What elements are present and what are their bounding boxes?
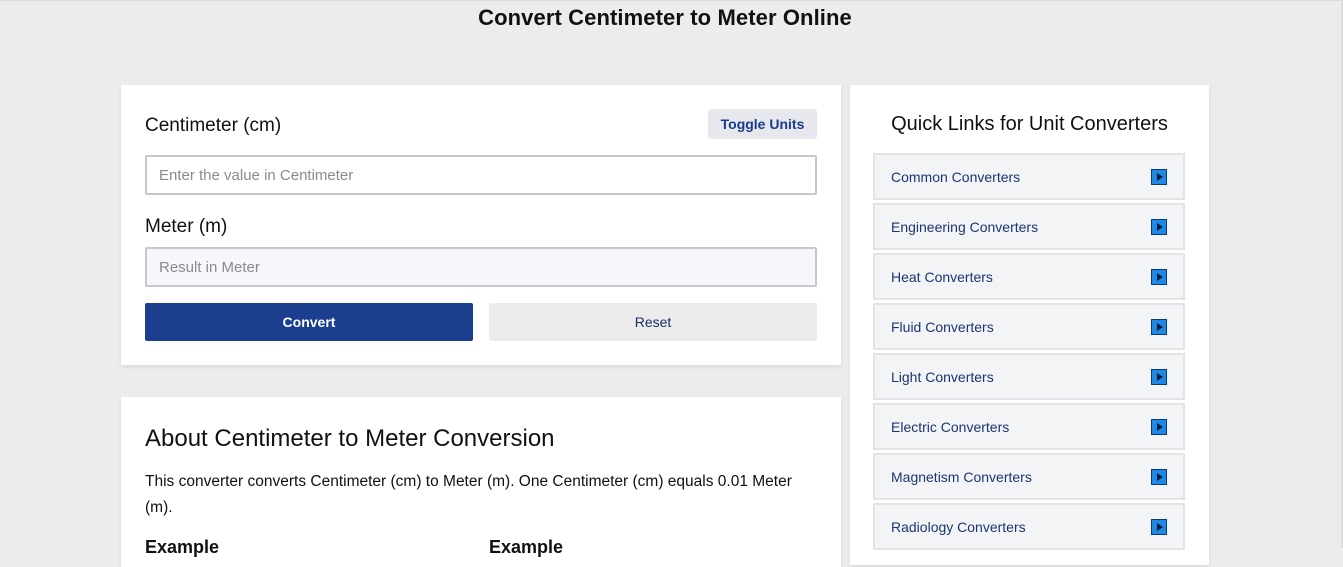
play-icon: [1151, 518, 1167, 535]
quick-link-label: Engineering Converters: [891, 218, 1039, 235]
play-icon: [1151, 318, 1167, 335]
quick-link-label: Heat Converters: [891, 268, 993, 285]
about-title: About Centimeter to Meter Conversion: [145, 425, 555, 452]
quick-link-radiology[interactable]: Radiology Converters: [873, 503, 1185, 550]
quick-link-engineering[interactable]: Engineering Converters: [873, 203, 1185, 250]
quick-link-magnetism[interactable]: Magnetism Converters: [873, 453, 1185, 500]
quick-links-list: Common Converters Engineering Converters…: [873, 153, 1185, 553]
quick-link-label: Electric Converters: [891, 418, 1010, 435]
quick-link-fluid[interactable]: Fluid Converters: [873, 303, 1185, 350]
page-title: Convert Centimeter to Meter Online: [478, 5, 852, 30]
quick-link-common[interactable]: Common Converters: [873, 153, 1185, 200]
quick-link-label: Magnetism Converters: [891, 468, 1032, 485]
play-icon: [1151, 418, 1167, 435]
play-icon: [1151, 168, 1167, 185]
centimeter-label: Centimeter (cm): [145, 115, 282, 136]
quick-links-title: Quick Links for Unit Converters: [891, 113, 1168, 135]
quick-link-electric[interactable]: Electric Converters: [873, 403, 1185, 450]
play-icon: [1151, 218, 1167, 235]
reset-button[interactable]: Reset: [489, 303, 817, 341]
play-icon: [1151, 468, 1167, 485]
play-icon: [1151, 368, 1167, 385]
toggle-units-button[interactable]: Toggle Units: [708, 109, 817, 139]
top-border: [0, 0, 1343, 1]
centimeter-input[interactable]: [145, 155, 817, 195]
convert-button[interactable]: Convert: [145, 303, 473, 341]
play-icon: [1151, 268, 1167, 285]
quick-links-card: Quick Links for Unit Converters Common C…: [850, 85, 1209, 565]
quick-link-light[interactable]: Light Converters: [873, 353, 1185, 400]
quick-link-label: Common Converters: [891, 168, 1021, 185]
quick-link-label: Fluid Converters: [891, 318, 994, 335]
about-text: This converter converts Centimeter (cm) …: [145, 473, 792, 516]
meter-label: Meter (m): [145, 216, 228, 237]
quick-link-heat[interactable]: Heat Converters: [873, 253, 1185, 300]
about-card: About Centimeter to Meter Conversion Thi…: [121, 397, 841, 567]
quick-link-label: Radiology Converters: [891, 518, 1026, 535]
quick-link-label: Light Converters: [891, 368, 994, 385]
meter-result-input[interactable]: [145, 247, 817, 287]
converter-card: Centimeter (cm) Toggle Units Meter (m) C…: [121, 85, 841, 365]
